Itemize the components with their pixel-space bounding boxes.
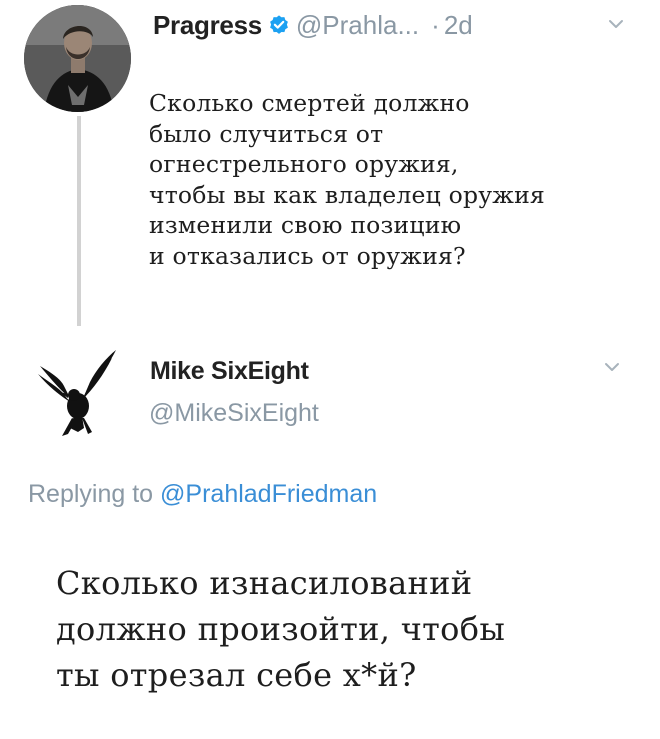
reply-text-line: должно произойти, чтобы: [56, 610, 506, 648]
avatar[interactable]: [24, 5, 131, 112]
reply-text-line: ты отрезал себе х*й?: [56, 656, 417, 694]
chevron-down-icon[interactable]: [608, 18, 624, 30]
thread-line: [77, 116, 81, 326]
tweet-text-line: Сколько смертей должно: [149, 89, 470, 117]
tweet-text-line: было случиться от: [149, 119, 384, 148]
reply-display-name[interactable]: Mike SixEight: [150, 357, 309, 386]
separator: ·: [431, 9, 440, 40]
tweet-header: Pragress @Prahla... · 2d: [153, 8, 473, 42]
chevron-down-icon[interactable]: [604, 361, 620, 373]
replying-to: Replying to @PrahladFriedman: [28, 480, 377, 509]
display-name[interactable]: Pragress: [153, 10, 262, 41]
reply-text: Сколько изнасилований должно произойти, …: [56, 560, 646, 698]
replying-to-label: Replying to: [28, 480, 154, 508]
profile-photo: [24, 5, 131, 112]
replying-to-mention[interactable]: @PrahladFriedman: [160, 480, 377, 508]
timestamp[interactable]: 2d: [444, 10, 473, 41]
reply-handle[interactable]: @MikeSixEight: [149, 399, 319, 428]
tweet-thread: Pragress @Prahla... · 2d Сколько смертей…: [0, 0, 660, 739]
handle[interactable]: @Prahla...: [296, 10, 419, 41]
reply-text-line: Сколько изнасилований: [56, 564, 473, 602]
tweet-text-line: изменили свою позицию: [149, 211, 462, 239]
tweet-text-line: огнестрельного оружия,: [149, 150, 459, 178]
crow-avatar-icon[interactable]: [32, 348, 124, 440]
tweet-text-line: чтобы вы как владелец оружия: [149, 180, 545, 209]
tweet-text: Сколько смертей должно было случиться от…: [149, 88, 654, 271]
tweet-text-line: и отказались от оружия?: [149, 241, 466, 270]
verified-badge-icon: [270, 15, 288, 34]
